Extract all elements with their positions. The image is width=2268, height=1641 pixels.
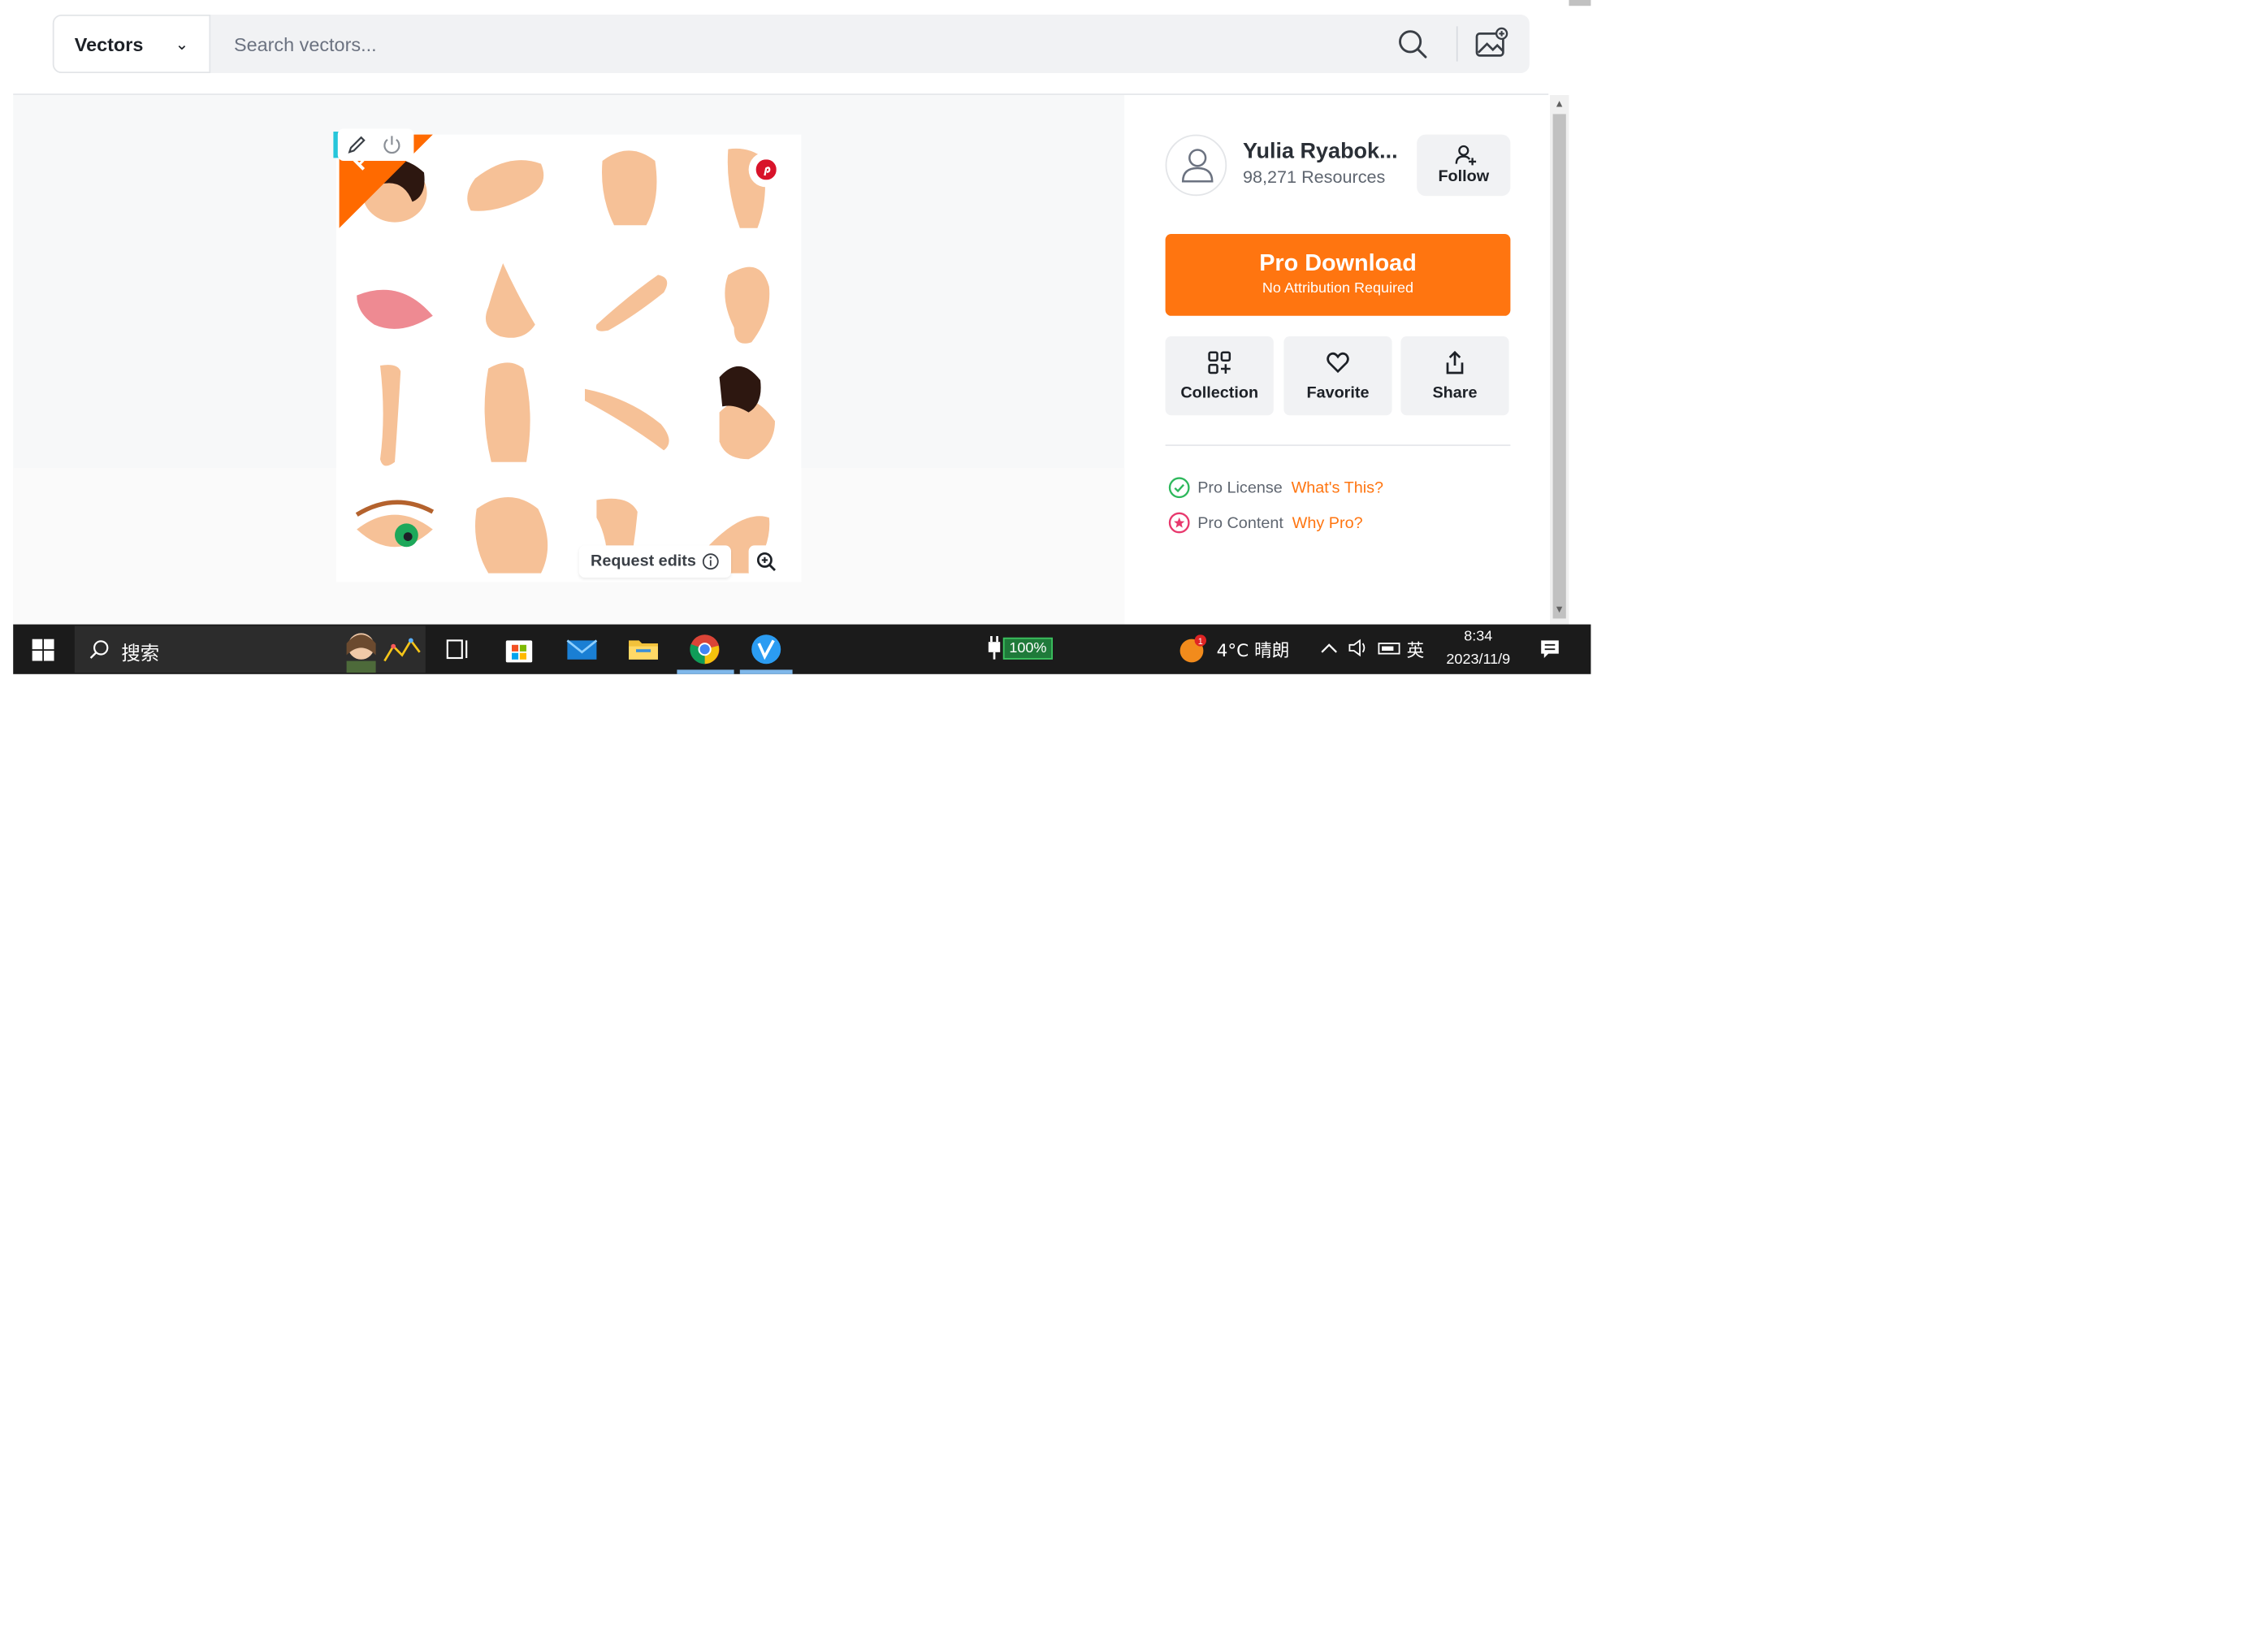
pro-content-label: Pro Content xyxy=(1197,513,1283,532)
share-button[interactable]: Share xyxy=(1400,336,1509,416)
pro-download-button[interactable]: Pro Download No Attribution Required xyxy=(1165,234,1511,316)
buttocks-shape xyxy=(602,150,657,226)
zoom-in-icon xyxy=(756,552,777,572)
chrome-active-indicator xyxy=(677,669,734,674)
search-container: Vectors ⌄ xyxy=(52,15,1530,73)
finger-shape xyxy=(595,275,668,331)
scrollbar-thumb[interactable] xyxy=(1552,114,1566,619)
add-user-icon xyxy=(1455,145,1477,166)
author-avatar[interactable] xyxy=(1165,134,1227,197)
lips-shape xyxy=(357,289,433,329)
mail-icon[interactable] xyxy=(565,632,599,667)
nose-shape xyxy=(485,263,535,338)
clock-time[interactable]: 8:34 xyxy=(1459,629,1497,645)
pro-license-row: Pro License What's This? xyxy=(1168,477,1383,499)
collection-label: Collection xyxy=(1180,384,1259,402)
follow-label: Follow xyxy=(1438,168,1490,186)
pro-license-label: Pro License xyxy=(1197,478,1283,497)
notifications-icon[interactable] xyxy=(1539,638,1562,661)
follow-button[interactable]: Follow xyxy=(1417,134,1511,197)
windows-logo-icon xyxy=(32,639,54,661)
taskbar-search-text: 搜索 xyxy=(121,643,160,665)
category-dropdown[interactable]: Vectors ⌄ xyxy=(52,15,211,73)
whats-this-link[interactable]: What's This? xyxy=(1292,479,1383,497)
chrome-icon[interactable] xyxy=(687,632,722,667)
ear-shape xyxy=(725,266,770,344)
category-label: Vectors xyxy=(74,32,144,55)
network-icon[interactable] xyxy=(1378,639,1401,657)
clock-date[interactable]: 2023/11/9 xyxy=(1437,652,1519,669)
app-active-indicator xyxy=(739,669,793,674)
browser-viewport: Vectors ⌄ Search vectors... Request edit… xyxy=(0,0,1591,676)
weather-sun-icon[interactable]: 1 xyxy=(1179,634,1208,664)
search-highlight-illustration xyxy=(346,633,421,673)
collection-button[interactable]: Collection xyxy=(1165,336,1274,416)
plug-icon xyxy=(988,636,1001,660)
share-label: Share xyxy=(1432,384,1478,402)
zoom-in-button[interactable] xyxy=(748,545,784,578)
power-icon[interactable] xyxy=(380,133,404,157)
volume-icon[interactable] xyxy=(1347,638,1370,658)
scroll-down-arrow-icon[interactable]: ▼ xyxy=(1554,605,1564,616)
search-icon xyxy=(89,640,109,659)
weather-text[interactable]: 4°C 晴朗 xyxy=(1217,638,1290,663)
info-icon xyxy=(703,553,719,570)
search-divider xyxy=(1456,26,1458,62)
eye-shape xyxy=(355,500,435,548)
arm-shape xyxy=(585,388,669,451)
user-icon xyxy=(1181,149,1214,183)
taskbar-search-box[interactable]: 搜索 xyxy=(74,626,426,673)
panel-divider xyxy=(1165,444,1511,446)
check-circle-icon xyxy=(1168,477,1190,499)
chevron-down-icon: ⌄ xyxy=(175,37,189,54)
chevron-up-icon[interactable] xyxy=(1319,639,1340,657)
editor-tools xyxy=(337,128,414,161)
edit-pencil-icon[interactable] xyxy=(345,133,369,157)
image-search-icon[interactable] xyxy=(1474,26,1508,61)
request-edits-button[interactable]: Request edits xyxy=(578,545,731,578)
windows-start-button[interactable] xyxy=(13,625,71,674)
foot-shape xyxy=(467,160,544,211)
head-shoulder-shape xyxy=(719,366,775,460)
screen: Vectors ⌄ Search vectors... Request edit… xyxy=(0,0,2268,1641)
heart-icon xyxy=(1327,352,1349,374)
task-view-icon[interactable] xyxy=(440,632,475,667)
input-method-indicator[interactable]: 英 xyxy=(1407,638,1425,663)
star-circle-icon xyxy=(1168,512,1190,534)
collection-icon xyxy=(1208,351,1231,375)
leg-side-shape xyxy=(380,365,401,466)
torso-back-shape xyxy=(484,362,530,462)
search-input[interactable] xyxy=(213,15,1369,73)
share-icon xyxy=(1446,350,1464,375)
author-name[interactable]: Yulia Ryabok... xyxy=(1243,139,1404,164)
pinterest-icon[interactable] xyxy=(748,152,784,188)
author-resources-count: 98,271 Resources xyxy=(1243,167,1386,188)
battery-indicator[interactable]: 100% xyxy=(1002,637,1053,660)
download-subtitle: No Attribution Required xyxy=(1262,280,1414,297)
page-scrollbar-thumb[interactable] xyxy=(1569,0,1591,6)
chest-shape xyxy=(475,497,548,574)
download-title: Pro Download xyxy=(1259,251,1417,277)
request-edits-label: Request edits xyxy=(591,552,696,570)
file-explorer-icon[interactable] xyxy=(625,632,660,667)
scroll-up-arrow-icon[interactable]: ▲ xyxy=(1554,99,1564,110)
why-pro-link[interactable]: Why Pro? xyxy=(1292,514,1363,532)
app-v-icon[interactable] xyxy=(749,632,784,667)
favorite-label: Favorite xyxy=(1306,384,1370,402)
pro-content-row: Pro Content Why Pro? xyxy=(1168,512,1363,534)
search-icon[interactable] xyxy=(1395,26,1430,61)
microsoft-store-icon[interactable] xyxy=(501,632,536,667)
favorite-button[interactable]: Favorite xyxy=(1283,336,1392,416)
svg-text:1: 1 xyxy=(1198,637,1203,647)
